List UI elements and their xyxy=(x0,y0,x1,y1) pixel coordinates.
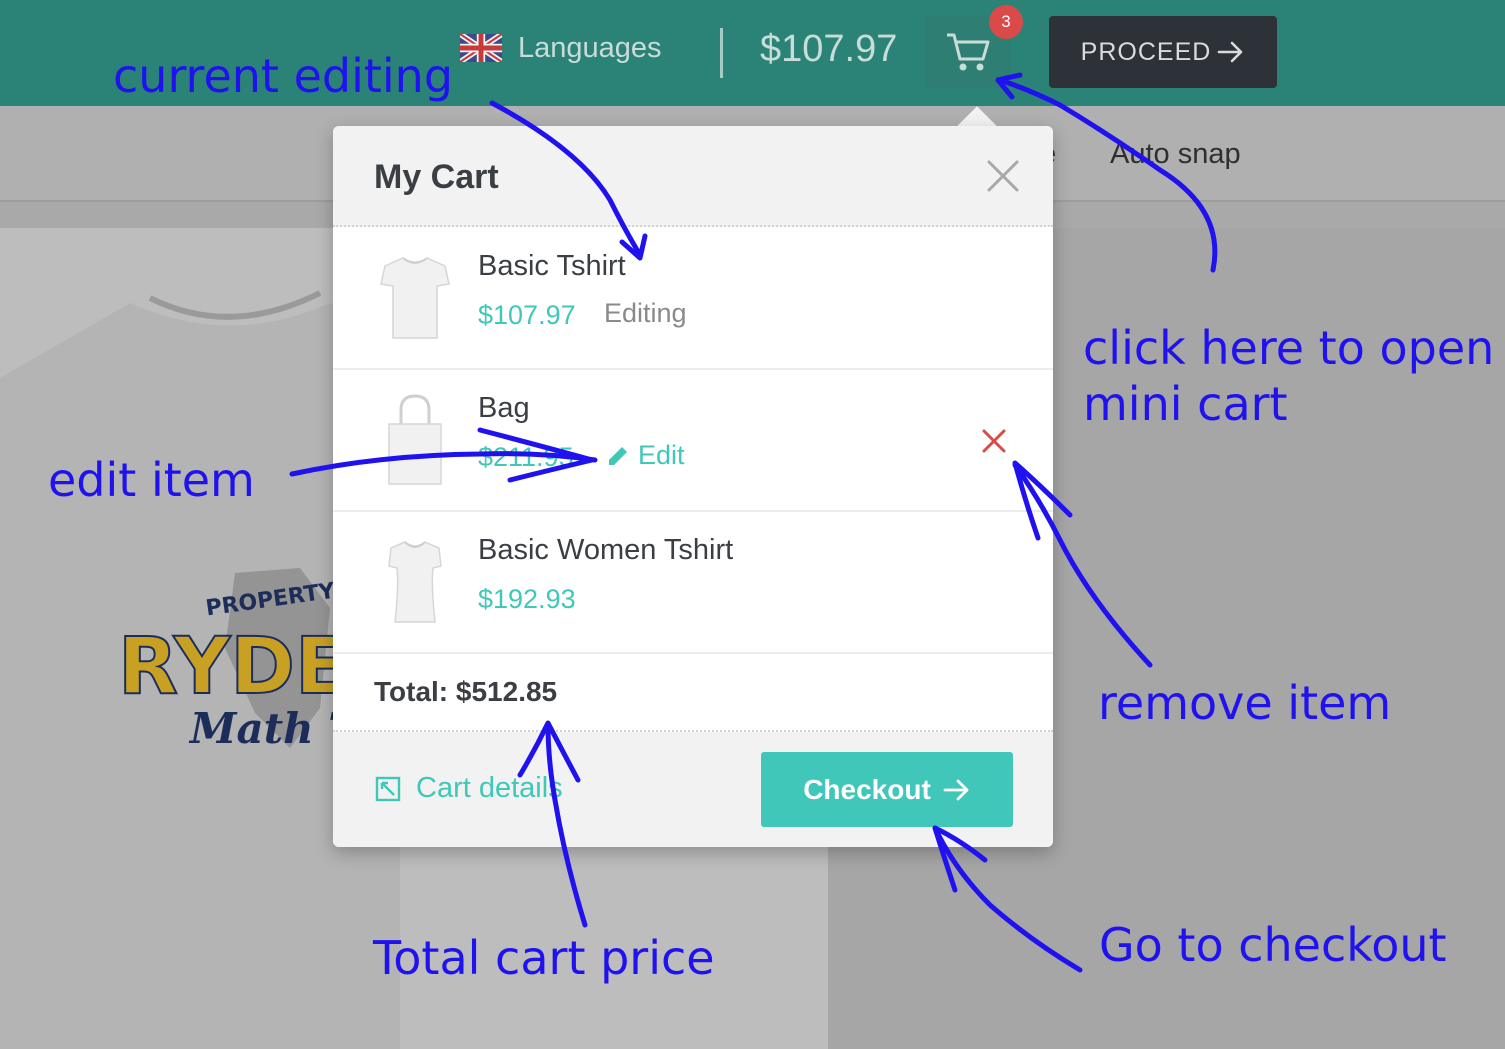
remove-icon[interactable] xyxy=(981,428,1007,454)
cart-total-row: Total: $512.85 xyxy=(333,654,1053,732)
cart-item-name: Bag xyxy=(478,392,530,424)
proceed-button[interactable]: PROCEED xyxy=(1049,16,1277,88)
edit-label: Edit xyxy=(638,440,685,470)
annotation-total-cart-price: Total cart price xyxy=(373,931,715,985)
cart-total-label: Total: $512.85 xyxy=(374,676,558,707)
language-selector[interactable]: Languages xyxy=(460,28,662,68)
languages-label: Languages xyxy=(518,31,662,64)
divider xyxy=(720,28,723,78)
cart-details-link[interactable]: Cart details xyxy=(374,772,563,805)
mini-cart-popup: My Cart Basic Tshirt $107.97 Editing Bag… xyxy=(333,126,1053,847)
annotation-open-mini-cart-line1: click here to open xyxy=(1083,321,1495,375)
arrow-right-icon xyxy=(1218,41,1243,63)
pencil-icon xyxy=(609,446,627,465)
mini-cart-header: My Cart xyxy=(333,126,1053,227)
editing-status: Editing xyxy=(604,298,687,328)
expand-icon xyxy=(375,776,401,801)
close-icon[interactable] xyxy=(981,154,1025,198)
subnav-item-auto-snap[interactable]: Auto snap xyxy=(1110,138,1241,171)
header-cart-total: $107.97 xyxy=(760,28,898,70)
mini-cart-title: My Cart xyxy=(374,158,499,196)
bag-thumbnail xyxy=(388,394,442,485)
annotation-remove-item: remove item xyxy=(1098,676,1392,730)
checkout-button[interactable]: Checkout xyxy=(761,752,1013,827)
tshirt-thumbnail xyxy=(380,257,450,339)
annotation-go-to-checkout: Go to checkout xyxy=(1099,918,1447,972)
uk-flag-icon xyxy=(460,34,502,62)
proceed-label: PROCEED xyxy=(1080,37,1212,66)
cart-item-name: Basic Tshirt xyxy=(478,250,626,282)
cart-item-name: Basic Women Tshirt xyxy=(478,534,734,566)
cart-item-price: $192.93 xyxy=(478,584,576,614)
annotation-open-mini-cart-line2: mini cart xyxy=(1083,377,1288,431)
design-text-ryde: RYDE xyxy=(118,622,348,712)
women-tshirt-thumbnail xyxy=(388,541,442,623)
arrow-right-icon xyxy=(943,779,969,800)
annotation-edit-item: edit item xyxy=(48,453,255,507)
cart-item[interactable]: Basic Tshirt $107.97 Editing xyxy=(333,228,1053,370)
cart-item-price: $107.97 xyxy=(478,300,576,330)
cart-details-label: Cart details xyxy=(416,772,563,804)
edit-item-button[interactable]: Edit xyxy=(606,440,685,471)
mini-cart-footer: Cart details Checkout xyxy=(333,732,1053,847)
cart-icon xyxy=(947,33,990,71)
cart-item-price: $211.95 xyxy=(478,442,574,472)
checkout-label: Checkout xyxy=(803,773,931,805)
cart-item[interactable]: Bag $211.95 Edit xyxy=(333,370,1053,512)
annotation-current-editing: current editing xyxy=(113,49,454,103)
cart-count-badge: 3 xyxy=(989,5,1023,39)
cart-item[interactable]: Basic Women Tshirt $192.93 xyxy=(333,512,1053,654)
